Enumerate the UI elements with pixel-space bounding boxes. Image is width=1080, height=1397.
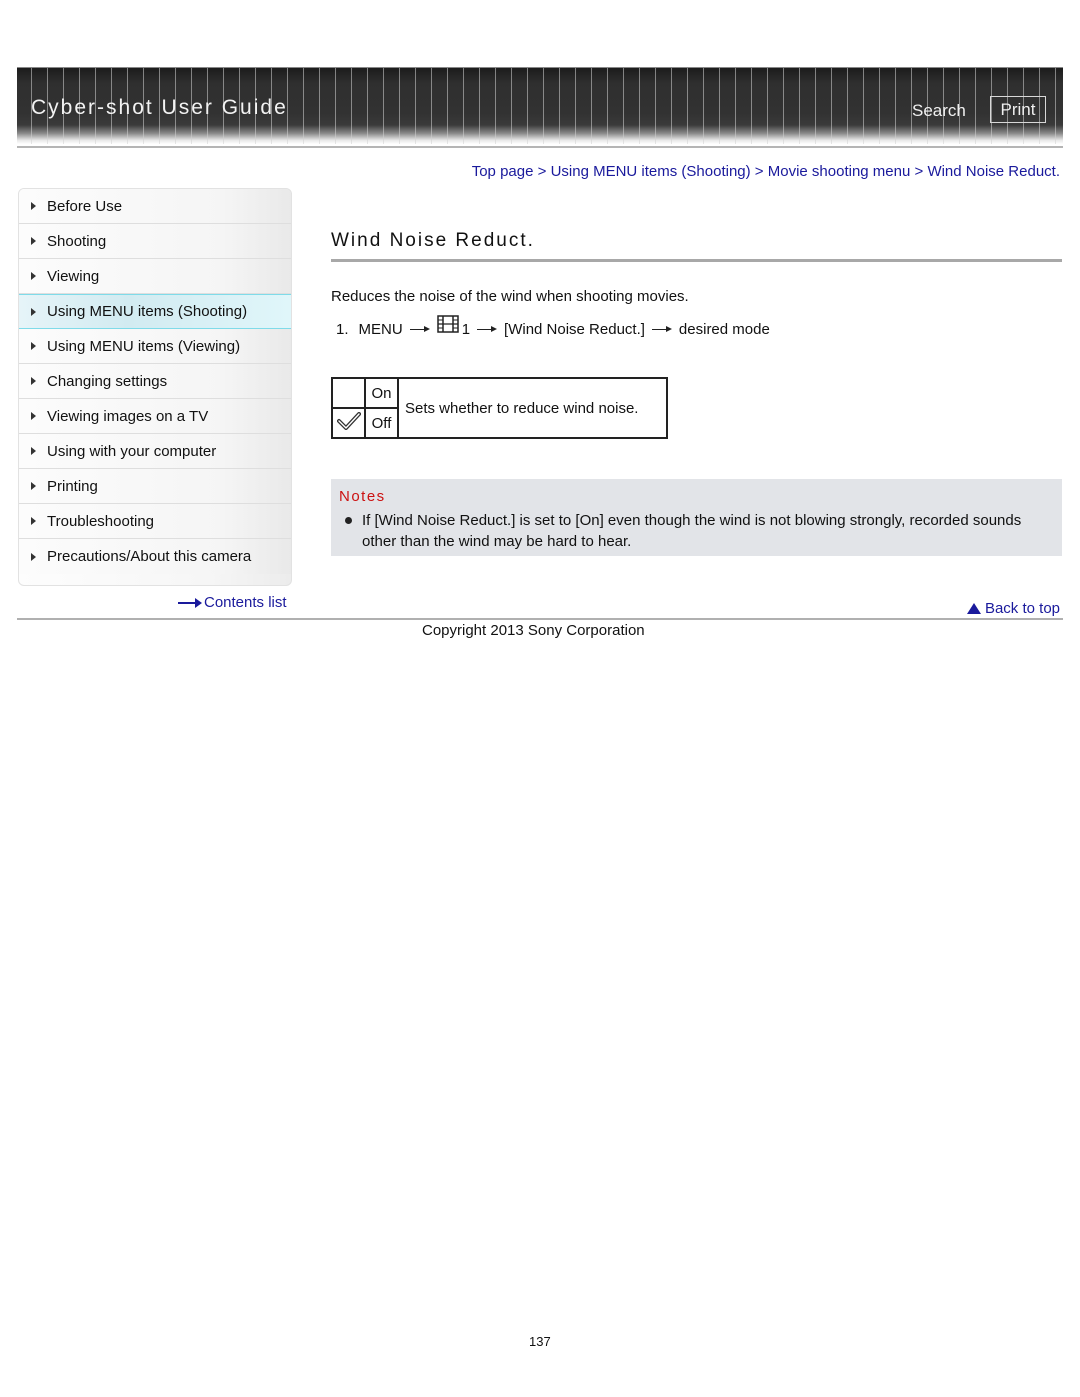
triangle-right-icon [31, 482, 36, 490]
sidebar-item-label: Viewing images on a TV [47, 407, 209, 425]
sidebar-item-label: Using with your computer [47, 442, 217, 460]
sidebar-item-changing-settings[interactable]: Changing settings [19, 364, 291, 399]
notes-title: Notes [339, 488, 386, 505]
sidebar-item-label: Shooting [47, 232, 107, 250]
breadcrumb-top-page[interactable]: Top page [472, 163, 534, 180]
contents-list-link[interactable]: Contents list [178, 594, 287, 611]
sidebar-item-label: Printing [47, 477, 98, 495]
page-title: Wind Noise Reduct. [331, 230, 535, 251]
arrow-right-icon [477, 325, 498, 333]
copyright: Copyright 2013 Sony Corporation [422, 622, 645, 639]
arrow-right-icon [409, 325, 430, 333]
sidebar-item-using-computer[interactable]: Using with your computer [19, 434, 291, 469]
step-number: 1. [336, 320, 349, 338]
mode-name: Off [364, 407, 399, 439]
triangle-up-icon [966, 603, 981, 614]
menu-step: 1. MENU 1 [Wind Noise Reduct.] desired m… [336, 315, 770, 338]
mode-default-cell [331, 407, 366, 439]
sidebar-item-troubleshooting[interactable]: Troubleshooting [19, 504, 291, 539]
sidebar-item-viewing-on-tv[interactable]: Viewing images on a TV [19, 399, 291, 434]
sidebar-item-label: Precautions/About this camera [47, 548, 252, 565]
step-menu: MENU [358, 320, 403, 338]
header-banner: Cyber-shot User Guide Search Print [17, 67, 1063, 144]
triangle-right-icon [31, 517, 36, 525]
sidebar-item-label: Viewing [47, 267, 100, 285]
mode-description: Sets whether to reduce wind noise. [397, 377, 668, 439]
breadcrumb-using-menu-shooting[interactable]: Using MENU items (Shooting) [551, 163, 751, 180]
triangle-right-icon [31, 237, 36, 245]
back-to-top-link[interactable]: Back to top [966, 600, 1060, 617]
triangle-right-icon [31, 202, 36, 210]
print-button[interactable]: Print [990, 96, 1046, 123]
sidebar-item-label: Changing settings [47, 372, 168, 390]
list-item: If [Wind Noise Reduct.] is set to [On] e… [345, 510, 1057, 552]
triangle-right-icon [31, 412, 36, 420]
breadcrumb-separator: > [537, 163, 547, 180]
title-divider [331, 259, 1062, 262]
note-text: If [Wind Noise Reduct.] is set to [On] e… [362, 512, 1022, 550]
footer-divider [17, 618, 1063, 620]
triangle-right-icon [31, 342, 36, 350]
step-tab-number: 1 [461, 320, 471, 338]
breadcrumb-separator: > [914, 163, 924, 180]
sidebar-item-label: Before Use [47, 197, 123, 215]
sidebar-nav: Before Use Shooting Viewing Using MENU i… [18, 188, 292, 586]
sidebar-item-printing[interactable]: Printing [19, 469, 291, 504]
sidebar-item-viewing[interactable]: Viewing [19, 259, 291, 294]
contents-list-label: Contents list [204, 594, 287, 611]
step-result: desired mode [678, 320, 770, 338]
sidebar-item-label: Troubleshooting [47, 512, 155, 530]
table-row: On Sets whether to reduce wind noise. [331, 377, 668, 439]
breadcrumb-current-page[interactable]: Wind Noise Reduct. [927, 163, 1060, 180]
triangle-right-icon [31, 552, 36, 561]
intro-text: Reduces the noise of the wind when shoot… [331, 288, 689, 305]
back-to-top-label: Back to top [984, 600, 1060, 617]
mode-name: On [364, 377, 399, 409]
triangle-right-icon [31, 377, 36, 385]
checkmark-icon [336, 412, 361, 430]
triangle-right-icon [31, 272, 36, 280]
triangle-right-icon [31, 447, 36, 455]
search-button[interactable]: Search [912, 101, 966, 121]
mode-default-cell [331, 377, 366, 409]
arrow-right-icon [178, 597, 202, 608]
step-item: [Wind Noise Reduct.] [504, 320, 645, 338]
page-number: 137 [529, 1334, 551, 1349]
sidebar-item-label: Using MENU items (Viewing) [47, 337, 241, 355]
sidebar-item-using-menu-shooting[interactable]: Using MENU items (Shooting) [19, 294, 291, 329]
site-title: Cyber-shot User Guide [31, 96, 288, 119]
sidebar-item-precautions[interactable]: Precautions/About this camera [19, 539, 291, 574]
notes-box: Notes If [Wind Noise Reduct.] is set to … [331, 479, 1062, 556]
sidebar-item-label: Using MENU items (Shooting) [47, 303, 248, 320]
breadcrumb-movie-shooting-menu[interactable]: Movie shooting menu [768, 163, 911, 180]
breadcrumb: Top page > Using MENU items (Shooting) >… [472, 163, 1060, 180]
sidebar-item-using-menu-viewing[interactable]: Using MENU items (Viewing) [19, 329, 291, 364]
header-divider [17, 146, 1063, 148]
arrow-right-icon [651, 325, 672, 333]
sidebar-item-before-use[interactable]: Before Use [19, 189, 291, 224]
movie-film-icon [436, 315, 459, 333]
bullet-icon [345, 517, 352, 524]
breadcrumb-separator: > [754, 163, 764, 180]
mode-table: On Sets whether to reduce wind noise. Of… [331, 377, 668, 439]
sidebar-item-shooting[interactable]: Shooting [19, 224, 291, 259]
triangle-right-icon [31, 307, 36, 316]
